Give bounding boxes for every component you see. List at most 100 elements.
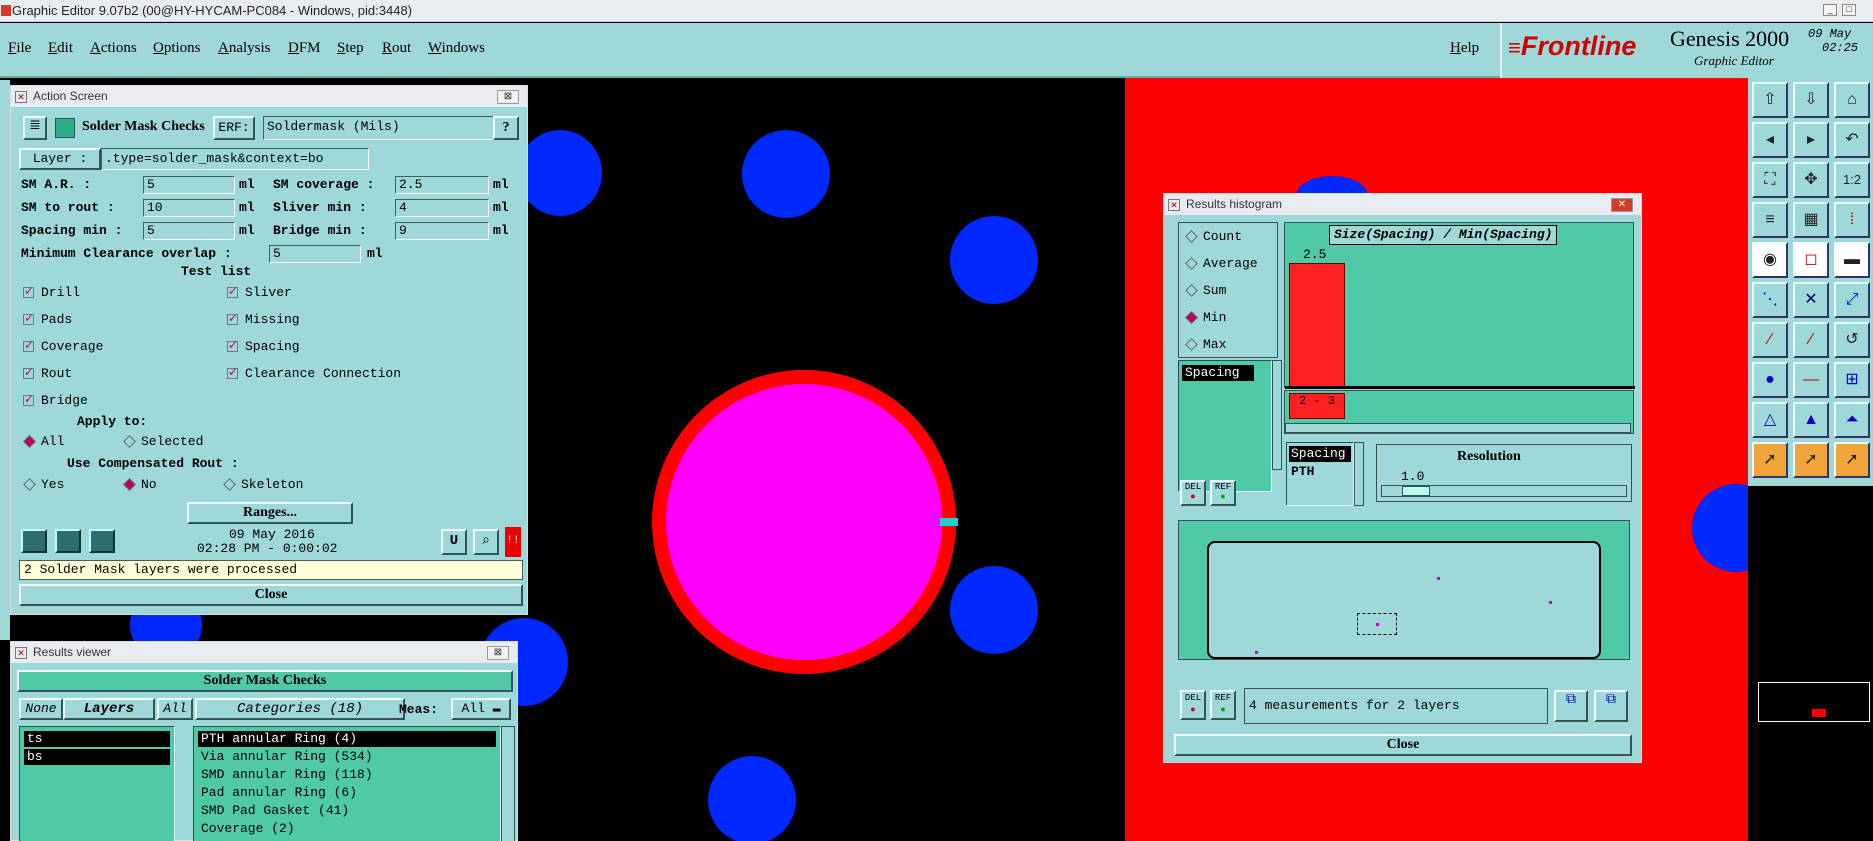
histogram-close-button[interactable]: Close bbox=[1174, 734, 1632, 756]
menu-options[interactable]: Options bbox=[153, 40, 201, 57]
snap-icon[interactable]: ⁞ bbox=[1834, 202, 1870, 238]
mode-average-radio[interactable]: Average bbox=[1185, 256, 1258, 271]
menu-actions[interactable]: Actions bbox=[90, 40, 137, 57]
measure-icon[interactable]: ⊞ bbox=[1834, 362, 1870, 398]
menu-dfm[interactable]: DFM bbox=[288, 40, 321, 57]
link-icon[interactable]: ⤢ bbox=[1834, 282, 1870, 318]
test-bridge-checkbox[interactable]: ✓ Bridge bbox=[23, 393, 88, 408]
categories-list[interactable]: PTH annular Ring (4) Via annular Ring (5… bbox=[193, 726, 501, 841]
magnet-icon[interactable]: U bbox=[441, 529, 467, 555]
sm-to-rout-field[interactable]: 10 bbox=[143, 199, 235, 217]
scale-1-2-icon[interactable]: 1:2 bbox=[1834, 162, 1870, 198]
run-all-icon[interactable] bbox=[55, 529, 81, 553]
triangle-select-icon[interactable]: ▲ bbox=[1793, 402, 1829, 438]
test-sliver-checkbox[interactable]: ✓ Sliver bbox=[227, 285, 292, 300]
close-window-button[interactable]: ⊠ bbox=[487, 646, 509, 660]
erf-button[interactable]: ERF: bbox=[213, 116, 255, 140]
sliver-min-field[interactable]: 4 bbox=[395, 199, 489, 217]
ref-button[interactable]: REF ● bbox=[1210, 480, 1236, 506]
triangle-icon[interactable]: △ bbox=[1752, 402, 1788, 438]
select-feature-icon[interactable]: ◉ bbox=[1752, 242, 1788, 278]
menu-analysis[interactable]: Analysis bbox=[218, 40, 271, 57]
zoom-home-icon[interactable]: ✥ bbox=[1793, 162, 1829, 198]
list-item[interactable]: Coverage (2) bbox=[198, 821, 496, 837]
layer-button[interactable]: Layer : bbox=[19, 148, 101, 170]
measure-list[interactable]: Spacing bbox=[1178, 360, 1272, 492]
mode-max-radio[interactable]: Max bbox=[1185, 337, 1226, 352]
pointer-select-icon[interactable]: ➚ bbox=[1793, 442, 1829, 478]
apply-all-radio[interactable]: All bbox=[23, 434, 64, 449]
mode-count-radio[interactable]: Count bbox=[1185, 229, 1242, 244]
list-item[interactable]: Spacing bbox=[1182, 365, 1254, 381]
cross-icon[interactable]: ✕ bbox=[1793, 282, 1829, 318]
overlap-field[interactable]: 5 bbox=[269, 245, 361, 263]
slider-handle[interactable] bbox=[1402, 486, 1430, 496]
connect-icon[interactable]: ⋱ bbox=[1752, 282, 1788, 318]
sm-ar-field[interactable]: 5 bbox=[143, 176, 235, 194]
histogram-bar[interactable] bbox=[1289, 263, 1345, 387]
select-area-icon[interactable]: ◻ bbox=[1793, 242, 1829, 278]
erf-field[interactable]: Soldermask (Mils) bbox=[263, 116, 495, 140]
pointer-icon[interactable]: ➚ bbox=[1752, 442, 1788, 478]
zoom-results-icon[interactable]: ⌕ bbox=[473, 529, 499, 555]
menu-help[interactable]: Help bbox=[1450, 40, 1479, 57]
ref-button[interactable]: REF ● bbox=[1210, 690, 1236, 720]
board-outline[interactable] bbox=[1207, 541, 1601, 659]
line-icon[interactable]: ∕ bbox=[1752, 322, 1788, 358]
test-pads-checkbox[interactable]: ✓ Pads bbox=[23, 312, 72, 327]
list-item[interactable]: SMD Pad Gasket (41) bbox=[198, 803, 496, 819]
draw-line-icon[interactable]: ∕ bbox=[1793, 322, 1829, 358]
test-rout-checkbox[interactable]: ✓ Rout bbox=[23, 366, 72, 381]
none-button[interactable]: None bbox=[19, 698, 63, 720]
spacing-marker[interactable] bbox=[940, 518, 958, 526]
list-item[interactable]: Spacing bbox=[1289, 446, 1351, 462]
pan-right-icon[interactable]: ▸ bbox=[1793, 122, 1829, 158]
list-icon[interactable]: ≣ bbox=[23, 116, 47, 140]
test-missing-checkbox[interactable]: ✓ Missing bbox=[227, 312, 300, 327]
categories-button[interactable]: Categories (18) bbox=[195, 698, 405, 720]
overview-map[interactable] bbox=[1748, 486, 1873, 841]
del-button[interactable]: DEL ● bbox=[1180, 480, 1206, 506]
mode-min-radio[interactable]: Min bbox=[1185, 310, 1226, 325]
measure-scrollbar[interactable] bbox=[1272, 360, 1282, 470]
menu-rout[interactable]: Rout bbox=[382, 40, 411, 57]
help-button[interactable]: ? bbox=[493, 116, 519, 140]
result-point[interactable] bbox=[1549, 601, 1552, 604]
grid-icon[interactable]: ▦ bbox=[1793, 202, 1829, 238]
home-icon[interactable]: ⌂ bbox=[1834, 82, 1870, 118]
layer-field[interactable]: .type=solder_mask&context=bo bbox=[101, 148, 369, 170]
pan-left-icon[interactable]: ◂ bbox=[1752, 122, 1788, 158]
ranges-button[interactable]: Ranges... bbox=[187, 502, 353, 524]
categories-scrollbar[interactable] bbox=[501, 726, 515, 841]
result-point[interactable] bbox=[1437, 577, 1440, 580]
arc-icon[interactable]: ↺ bbox=[1834, 322, 1870, 358]
apply-selected-radio[interactable]: Selected bbox=[123, 434, 203, 449]
import-icon[interactable]: ⇧ bbox=[1752, 82, 1788, 118]
result-point[interactable] bbox=[1255, 651, 1258, 654]
test-spacing-checkbox[interactable]: ✓ Spacing bbox=[227, 339, 300, 354]
alert-icon[interactable]: !! bbox=[505, 527, 521, 557]
list-item[interactable]: PTH annular Ring (4) bbox=[198, 731, 496, 747]
zoom-fit-icon[interactable]: ⛶ bbox=[1752, 162, 1788, 198]
pad-icon[interactable]: ● bbox=[1752, 362, 1788, 398]
comp-yes-radio[interactable]: Yes bbox=[23, 477, 64, 492]
action-close-button[interactable]: Close bbox=[19, 584, 523, 606]
all-button[interactable]: All bbox=[157, 698, 193, 720]
histogram-plot[interactable]: Size(Spacing) / Min(Spacing) 2.5 bbox=[1284, 222, 1635, 389]
list-item[interactable]: SMD annular Ring (118) bbox=[198, 767, 496, 783]
export-icon[interactable]: ⧉ bbox=[1554, 690, 1588, 722]
list-item[interactable]: Via annular Ring (534) bbox=[198, 749, 496, 765]
triangle-edit-icon[interactable]: ⏶ bbox=[1834, 402, 1870, 438]
menu-edit[interactable]: Edit bbox=[48, 40, 73, 57]
resolution-slider[interactable] bbox=[1381, 485, 1627, 497]
save-icon[interactable]: ⇩ bbox=[1793, 82, 1829, 118]
pan-back-icon[interactable]: ↶ bbox=[1834, 122, 1870, 158]
comp-no-radio[interactable]: No bbox=[123, 477, 157, 492]
menu-step[interactable]: Step bbox=[337, 40, 364, 57]
list-item[interactable]: ts bbox=[24, 731, 170, 747]
maximize-button[interactable]: □ bbox=[1842, 4, 1856, 16]
close-window-button[interactable]: ⊠ bbox=[497, 90, 519, 104]
test-clearance-checkbox[interactable]: ✓ Clearance Connection bbox=[227, 366, 401, 381]
stop-run-icon[interactable] bbox=[89, 529, 115, 553]
layers-button[interactable]: Layers bbox=[63, 698, 155, 720]
